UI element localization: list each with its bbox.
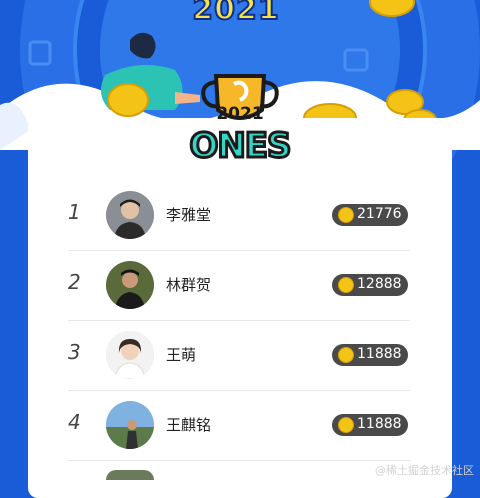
watermark: @稀土掘金技术社区 (375, 464, 474, 477)
logo-year: 2021 (216, 104, 264, 124)
coin-icon (107, 83, 149, 117)
coin-icon (338, 417, 354, 433)
avatar (106, 331, 154, 379)
banner-year: 2021 (191, 0, 280, 28)
score-value: 12888 (357, 276, 402, 292)
score-value: 21776 (357, 206, 402, 222)
rank-number: 1 (68, 200, 81, 224)
score-value: 11888 (357, 416, 402, 432)
coin-icon (338, 277, 354, 293)
ones-2021-logo: 2021 ONES (176, 70, 304, 174)
avatar (106, 191, 154, 239)
leaderboard-row[interactable]: 2 林群贺 12888 (68, 250, 410, 321)
score-value: 11888 (357, 346, 402, 362)
coin-icon (338, 207, 354, 223)
leaderboard-row[interactable]: 1 李雅堂 21776 (68, 180, 410, 251)
avatar (106, 261, 154, 309)
leaderboard-row[interactable]: 3 王萌 11888 (68, 320, 410, 391)
user-name: 李雅堂 (166, 206, 212, 224)
score-badge: 11888 (332, 414, 408, 436)
rank-number: 2 (68, 270, 81, 294)
user-name: 王萌 (166, 346, 197, 364)
coin-icon (338, 347, 354, 363)
avatar (106, 401, 154, 449)
score-badge: 12888 (332, 274, 408, 296)
leaderboard-row[interactable]: 4 王麒铭 11888 (68, 390, 410, 461)
score-badge: 11888 (332, 344, 408, 366)
rank-number: 4 (68, 410, 81, 434)
rank-number: 3 (68, 340, 81, 364)
score-badge: 21776 (332, 204, 408, 226)
user-name: 林群贺 (166, 276, 212, 294)
user-name: 王麒铭 (166, 416, 212, 434)
logo-word: ONES (188, 125, 293, 168)
next-row-avatar (106, 470, 154, 480)
